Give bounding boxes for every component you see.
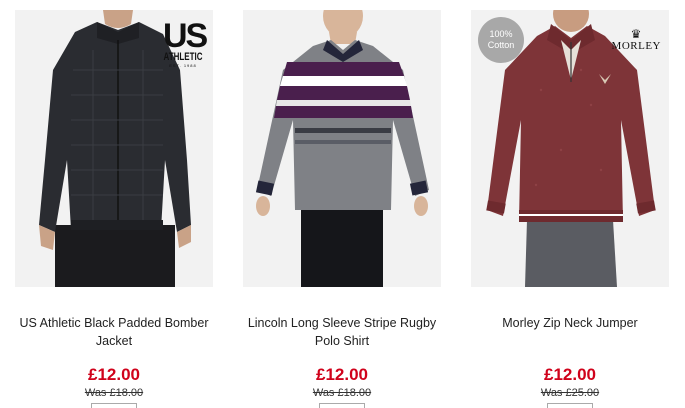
product-grid: US ATHLETIC EST. 1988 US Athletic Black … bbox=[0, 0, 685, 408]
product-name-link[interactable]: US Athletic Black Padded Bomber Jacket bbox=[15, 314, 213, 350]
cotton-badge-label: Cotton bbox=[487, 40, 515, 50]
morley-logo: ♛ MORLEY bbox=[612, 28, 661, 52]
logo-subtext: ATHLETIC bbox=[163, 50, 203, 63]
logo-text: US bbox=[163, 17, 208, 55]
quantity-select[interactable] bbox=[91, 403, 137, 408]
was-price: Was £25.00 bbox=[540, 387, 600, 399]
product-card[interactable]: 100% Cotton ♛ MORLEY Morley Zip Neck Jum… bbox=[471, 10, 669, 408]
current-price: £12.00 bbox=[544, 365, 596, 384]
cotton-badge-percent: 100% bbox=[489, 29, 513, 39]
was-price: Was £18.00 bbox=[84, 387, 144, 399]
product-image-link[interactable]: 100% Cotton ♛ MORLEY bbox=[471, 10, 669, 287]
product-name-link[interactable]: Morley Zip Neck Jumper bbox=[471, 314, 669, 332]
product-image-link[interactable] bbox=[243, 10, 441, 287]
product-image-link[interactable]: US ATHLETIC EST. 1988 bbox=[15, 10, 213, 287]
morley-crest-icon: ♛ bbox=[630, 27, 642, 41]
current-price: £12.00 bbox=[88, 365, 140, 384]
product-name-link[interactable]: Lincoln Long Sleeve Stripe Rugby Polo Sh… bbox=[243, 314, 441, 350]
product-card[interactable]: US ATHLETIC EST. 1988 US Athletic Black … bbox=[15, 10, 213, 408]
logo-text: MORLEY bbox=[611, 40, 661, 52]
current-price: £12.00 bbox=[316, 365, 368, 384]
striped-rugby-polo-image bbox=[243, 10, 441, 287]
us-athletic-logo: US ATHLETIC EST. 1988 bbox=[163, 17, 208, 68]
quantity-select[interactable] bbox=[547, 403, 593, 408]
cotton-badge: 100% Cotton bbox=[478, 17, 524, 63]
logo-tag: EST. 1988 bbox=[169, 63, 197, 68]
quantity-select[interactable] bbox=[319, 403, 365, 408]
was-price: Was £18.00 bbox=[312, 387, 372, 399]
product-card[interactable]: Lincoln Long Sleeve Stripe Rugby Polo Sh… bbox=[243, 10, 441, 408]
